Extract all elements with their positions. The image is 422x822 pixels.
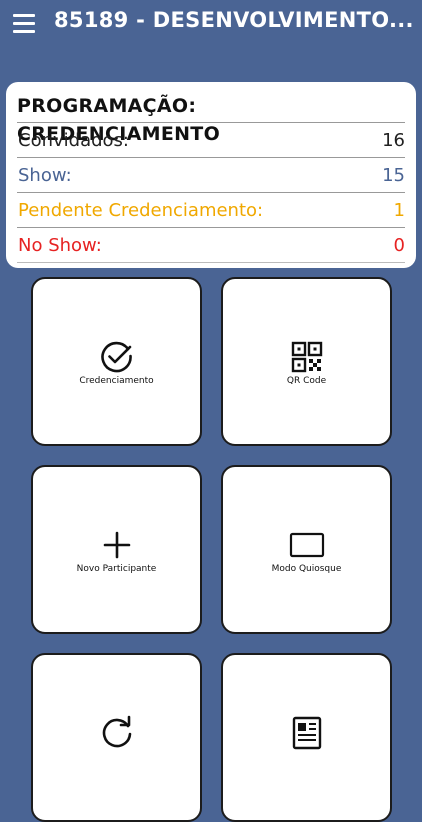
stat-row-show: Show: 15 (17, 158, 405, 193)
summary-title: PROGRAMAÇÃO: CREDENCIAMENTO (17, 92, 405, 145)
stat-row-pendente: Pendente Credenciamento: 1 (17, 193, 405, 228)
app-header: 85189 - DESENVOLVIMENTO... (0, 0, 422, 72)
stat-label: No Show: (18, 234, 102, 256)
stat-value: 0 (393, 234, 405, 256)
qr-code-icon (291, 341, 322, 373)
tile-label: Modo Quiosque (271, 564, 342, 574)
tile-label: Credenciamento (79, 376, 154, 386)
stat-label: Pendente Credenciamento: (18, 199, 264, 221)
refresh-button[interactable] (31, 653, 202, 822)
page-title: 85189 - DESENVOLVIMENTO... (54, 8, 414, 32)
stat-value: 1 (393, 199, 405, 221)
novo-participante-button[interactable]: Novo Participante (31, 465, 202, 634)
stat-label: Show: (18, 164, 72, 186)
credenciamento-button[interactable]: Credenciamento (31, 277, 202, 446)
check-circle-icon (100, 341, 132, 373)
tablet-icon (289, 532, 324, 558)
stat-value: 15 (382, 164, 405, 186)
newspaper-button[interactable] (221, 653, 392, 822)
refresh-icon (102, 715, 131, 748)
tile-label: Novo Participante (76, 564, 157, 574)
plus-icon (103, 531, 130, 559)
stat-row-no-show: No Show: 0 (17, 228, 405, 263)
modo-quiosque-button[interactable]: Modo Quiosque (221, 465, 392, 634)
stat-label: Convidados: (18, 129, 129, 151)
tile-label: QR Code (286, 376, 327, 386)
summary-card: PROGRAMAÇÃO: CREDENCIAMENTO Convidados: … (6, 82, 416, 268)
stat-value: 16 (382, 129, 405, 151)
newspaper-icon (292, 716, 321, 750)
hamburger-menu-icon[interactable] (13, 14, 35, 34)
qr-code-button[interactable]: QR Code (221, 277, 392, 446)
